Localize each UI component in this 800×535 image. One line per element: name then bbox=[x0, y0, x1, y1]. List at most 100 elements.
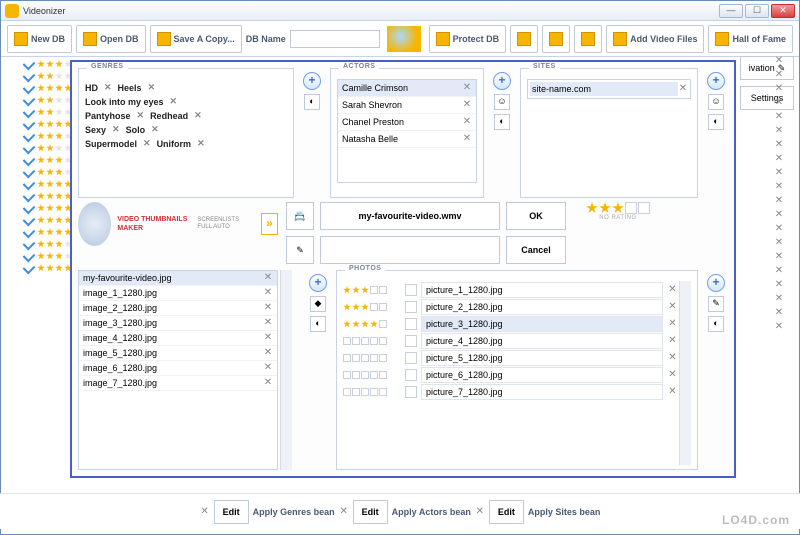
edit-genres-button[interactable]: Edit bbox=[214, 500, 249, 524]
photo-name[interactable]: picture_6_1280.jpg bbox=[421, 367, 663, 383]
star-icon[interactable] bbox=[379, 388, 387, 396]
photo-row[interactable]: picture_5_1280.jpg✕ bbox=[343, 350, 677, 366]
star-icon[interactable] bbox=[379, 371, 387, 379]
bg-close-icon[interactable]: ✕ bbox=[774, 98, 784, 108]
add-video-button[interactable]: Add Video Files bbox=[606, 25, 704, 53]
star-icon[interactable] bbox=[343, 354, 351, 362]
remove-actor-button[interactable]: ✕ bbox=[462, 134, 472, 144]
image-row[interactable]: image_3_1280.jpg✕ bbox=[79, 316, 277, 331]
remove-genre-button[interactable]: ✕ bbox=[143, 138, 151, 149]
star-icon[interactable] bbox=[379, 320, 387, 328]
photo-row[interactable]: picture_2_1280.jpg ✕ bbox=[343, 299, 677, 315]
star-icon[interactable] bbox=[370, 337, 378, 345]
bg-close-icon[interactable]: ✕ bbox=[774, 210, 784, 220]
remove-image-button[interactable]: ✕ bbox=[263, 333, 273, 343]
remove-image-button[interactable]: ✕ bbox=[263, 273, 273, 283]
star-icon[interactable] bbox=[361, 354, 369, 362]
bg-close-icon[interactable]: ✕ bbox=[774, 70, 784, 80]
minimize-button[interactable]: — bbox=[719, 4, 743, 18]
star-icon[interactable] bbox=[361, 371, 369, 379]
genre-tag[interactable]: Uniform bbox=[157, 139, 192, 149]
site-tool-2[interactable]: ◐ bbox=[708, 114, 724, 130]
remove-genre-button[interactable]: ✕ bbox=[197, 138, 205, 149]
bg-close-icon[interactable]: ✕ bbox=[774, 196, 784, 206]
photo-tool-1[interactable]: ✎ bbox=[708, 296, 724, 312]
star-icon[interactable] bbox=[370, 388, 378, 396]
image-tool-1[interactable]: ◆ bbox=[310, 296, 326, 312]
photo-row[interactable]: picture_6_1280.jpg ✕ bbox=[343, 367, 677, 383]
photo-checkbox[interactable] bbox=[405, 335, 417, 347]
photo-name[interactable]: picture_2_1280.jpg bbox=[421, 299, 663, 315]
star-icon[interactable] bbox=[370, 320, 378, 328]
bg-close-icon[interactable]: ✕ bbox=[774, 126, 784, 136]
actor-row[interactable]: Sarah Shevron✕ bbox=[338, 97, 476, 114]
bg-close-icon[interactable]: ✕ bbox=[774, 140, 784, 150]
remove-genre-button[interactable]: ✕ bbox=[170, 96, 178, 107]
photo-rating[interactable] bbox=[343, 337, 401, 345]
bg-close-icon[interactable]: ✕ bbox=[774, 56, 784, 66]
remove-photo-button[interactable]: ✕ bbox=[667, 387, 677, 397]
star-icon[interactable] bbox=[352, 303, 360, 311]
photo-tool-2[interactable]: ◐ bbox=[708, 316, 724, 332]
bg-close-icon[interactable]: ✕ bbox=[774, 238, 784, 248]
photo-checkbox[interactable] bbox=[405, 369, 417, 381]
new-db-button[interactable]: New DB bbox=[7, 25, 72, 53]
photo-name[interactable]: picture_4_1280.jpg bbox=[421, 333, 663, 349]
photo-row[interactable]: picture_3_1280.jpg✕ bbox=[343, 316, 677, 332]
remove-photo-button[interactable]: ✕ bbox=[667, 336, 677, 346]
photo-checkbox[interactable] bbox=[405, 318, 417, 330]
actor-tool-2[interactable]: ◐ bbox=[494, 114, 510, 130]
remove-photo-button[interactable]: ✕ bbox=[667, 370, 677, 380]
tool-2-button[interactable] bbox=[542, 25, 570, 53]
remove-genre-button[interactable]: ✕ bbox=[112, 124, 120, 135]
star-icon[interactable] bbox=[370, 354, 378, 362]
open-db-button[interactable]: Open DB bbox=[76, 25, 146, 53]
actor-row[interactable]: Camille Crimson✕ bbox=[338, 80, 476, 97]
star-icon[interactable] bbox=[352, 371, 360, 379]
remove-actor-button[interactable]: ✕ bbox=[462, 100, 472, 110]
star-empty-icon[interactable] bbox=[638, 202, 650, 214]
star-icon[interactable] bbox=[352, 286, 360, 294]
genre-tool-button[interactable]: ◐ bbox=[304, 94, 320, 110]
remove-image-button[interactable]: ✕ bbox=[263, 288, 273, 298]
actor-row[interactable]: Chanel Preston✕ bbox=[338, 114, 476, 131]
filename-input[interactable] bbox=[320, 202, 500, 230]
star-icon[interactable] bbox=[361, 337, 369, 345]
actor-tool-1[interactable]: ☺ bbox=[494, 94, 510, 110]
bg-close-icon[interactable]: ✕ bbox=[774, 224, 784, 234]
rename-icon-button[interactable]: 📇 bbox=[286, 202, 314, 230]
edit-actors-button[interactable]: Edit bbox=[353, 500, 388, 524]
image-row[interactable]: image_4_1280.jpg✕ bbox=[79, 331, 277, 346]
bg-close-icon[interactable]: ✕ bbox=[774, 112, 784, 122]
genre-tag[interactable]: Supermodel bbox=[85, 139, 137, 149]
photo-rating[interactable] bbox=[343, 354, 401, 362]
actors-list[interactable]: Camille Crimson✕Sarah Shevron✕Chanel Pre… bbox=[337, 79, 477, 183]
bg-close-icon[interactable]: ✕ bbox=[774, 322, 784, 332]
remove-photo-button[interactable]: ✕ bbox=[667, 302, 677, 312]
genre-tag[interactable]: HD bbox=[85, 83, 98, 93]
star-icon[interactable] bbox=[343, 320, 351, 328]
remove-genre-button[interactable]: ✕ bbox=[151, 124, 159, 135]
add-genre-button[interactable]: + bbox=[303, 72, 321, 90]
genre-tag[interactable]: Heels bbox=[118, 83, 142, 93]
ok-button[interactable]: OK bbox=[506, 202, 566, 230]
star-icon[interactable] bbox=[352, 388, 360, 396]
image-list-scrollbar[interactable] bbox=[280, 270, 292, 470]
remove-image-button[interactable]: ✕ bbox=[263, 348, 273, 358]
star-icon[interactable] bbox=[370, 286, 378, 294]
star-icon[interactable] bbox=[370, 371, 378, 379]
star-icon[interactable] bbox=[343, 388, 351, 396]
cancel-button[interactable]: Cancel bbox=[506, 236, 566, 264]
tool-3-button[interactable] bbox=[574, 25, 602, 53]
image-row[interactable]: image_6_1280.jpg✕ bbox=[79, 361, 277, 376]
bg-close-icon[interactable]: ✕ bbox=[774, 294, 784, 304]
image-row[interactable]: image_7_1280.jpg✕ bbox=[79, 376, 277, 391]
add-photo-button[interactable]: + bbox=[707, 274, 725, 292]
remove-genre-button[interactable]: ✕ bbox=[137, 110, 145, 121]
photo-checkbox[interactable] bbox=[405, 386, 417, 398]
bg-close-icon[interactable]: ✕ bbox=[774, 280, 784, 290]
remove-genre-button[interactable]: ✕ bbox=[148, 82, 156, 93]
remove-photo-button[interactable]: ✕ bbox=[667, 353, 677, 363]
bg-close-icon[interactable]: ✕ bbox=[774, 84, 784, 94]
star-empty-icon[interactable] bbox=[625, 202, 637, 214]
